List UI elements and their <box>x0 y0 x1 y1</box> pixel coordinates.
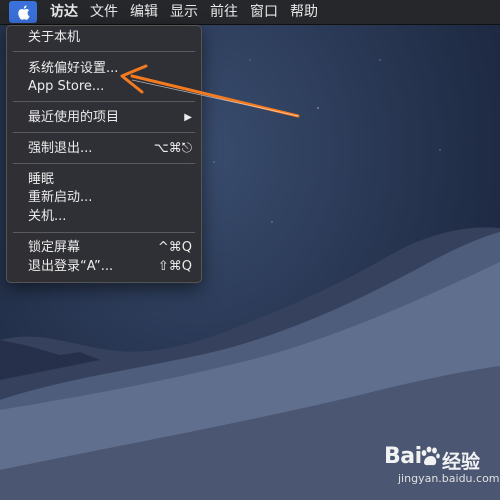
menu-separator <box>13 132 195 133</box>
menu-item-recent-items[interactable]: 最近使用的项目 ▶ <box>7 108 201 127</box>
menu-item-lock-screen[interactable]: 锁定屏幕 ^⌘Q <box>7 238 201 257</box>
menu-item-about[interactable]: 关于本机 <box>7 28 201 47</box>
menu-item-label: App Store... <box>28 79 105 94</box>
menu-go[interactable]: 前往 <box>210 0 238 24</box>
apple-menu-button[interactable] <box>9 1 37 23</box>
menu-item-app-store[interactable]: App Store... <box>7 77 201 96</box>
submenu-arrow-icon: ▶ <box>184 112 192 123</box>
watermark-brand: Bai <box>384 444 422 469</box>
menu-item-shutdown[interactable]: 关机... <box>7 207 201 226</box>
menu-file[interactable]: 文件 <box>90 0 118 24</box>
apple-dropdown-menu: 关于本机 系统偏好设置... App Store... 最近使用的项目 ▶ 强制… <box>6 25 202 283</box>
menu-separator <box>13 163 195 164</box>
apple-icon <box>17 4 29 20</box>
shortcut-label: ⇧⌘Q <box>157 259 192 274</box>
menu-edit[interactable]: 编辑 <box>130 0 158 24</box>
menu-item-label: 关机... <box>28 209 67 224</box>
paw-icon <box>421 446 440 466</box>
menu-bar: 访达 文件 编辑 显示 前往 窗口 帮助 <box>0 0 500 25</box>
menu-item-system-preferences[interactable]: 系统偏好设置... <box>7 59 201 78</box>
shortcut-label: ⌥⌘⎋ <box>153 141 192 156</box>
watermark-url: jingyan.baidu.com <box>398 472 500 485</box>
menu-window[interactable]: 窗口 <box>250 0 278 24</box>
menu-item-label: 锁定屏幕 <box>28 240 81 255</box>
menu-separator <box>13 232 195 233</box>
menu-item-label: 重新启动... <box>28 190 93 205</box>
baidu-watermark: Bai 经验 jingyan.baidu.com <box>384 444 500 492</box>
menu-item-force-quit[interactable]: 强制退出... ⌥⌘⎋ <box>7 139 201 158</box>
menu-item-restart[interactable]: 重新启动... <box>7 188 201 207</box>
menu-item-sleep[interactable]: 睡眠 <box>7 170 201 189</box>
menu-item-label: 系统偏好设置... <box>28 61 119 76</box>
shortcut-label: ^⌘Q <box>157 240 192 255</box>
menu-finder[interactable]: 访达 <box>50 0 78 24</box>
menu-separator <box>13 51 195 52</box>
menu-help[interactable]: 帮助 <box>290 0 318 24</box>
menu-item-label: 睡眠 <box>28 172 55 187</box>
menu-item-logout[interactable]: 退出登录“A”... ⇧⌘Q <box>7 257 201 276</box>
watermark-jingyan: 经验 <box>442 451 481 473</box>
menu-item-label: 退出登录“A”... <box>28 259 114 274</box>
menu-item-label: 强制退出... <box>28 141 93 156</box>
menu-separator <box>13 101 195 102</box>
menu-item-label: 最近使用的项目 <box>28 110 120 125</box>
menu-view[interactable]: 显示 <box>170 0 198 24</box>
menu-item-label: 关于本机 <box>28 30 81 45</box>
